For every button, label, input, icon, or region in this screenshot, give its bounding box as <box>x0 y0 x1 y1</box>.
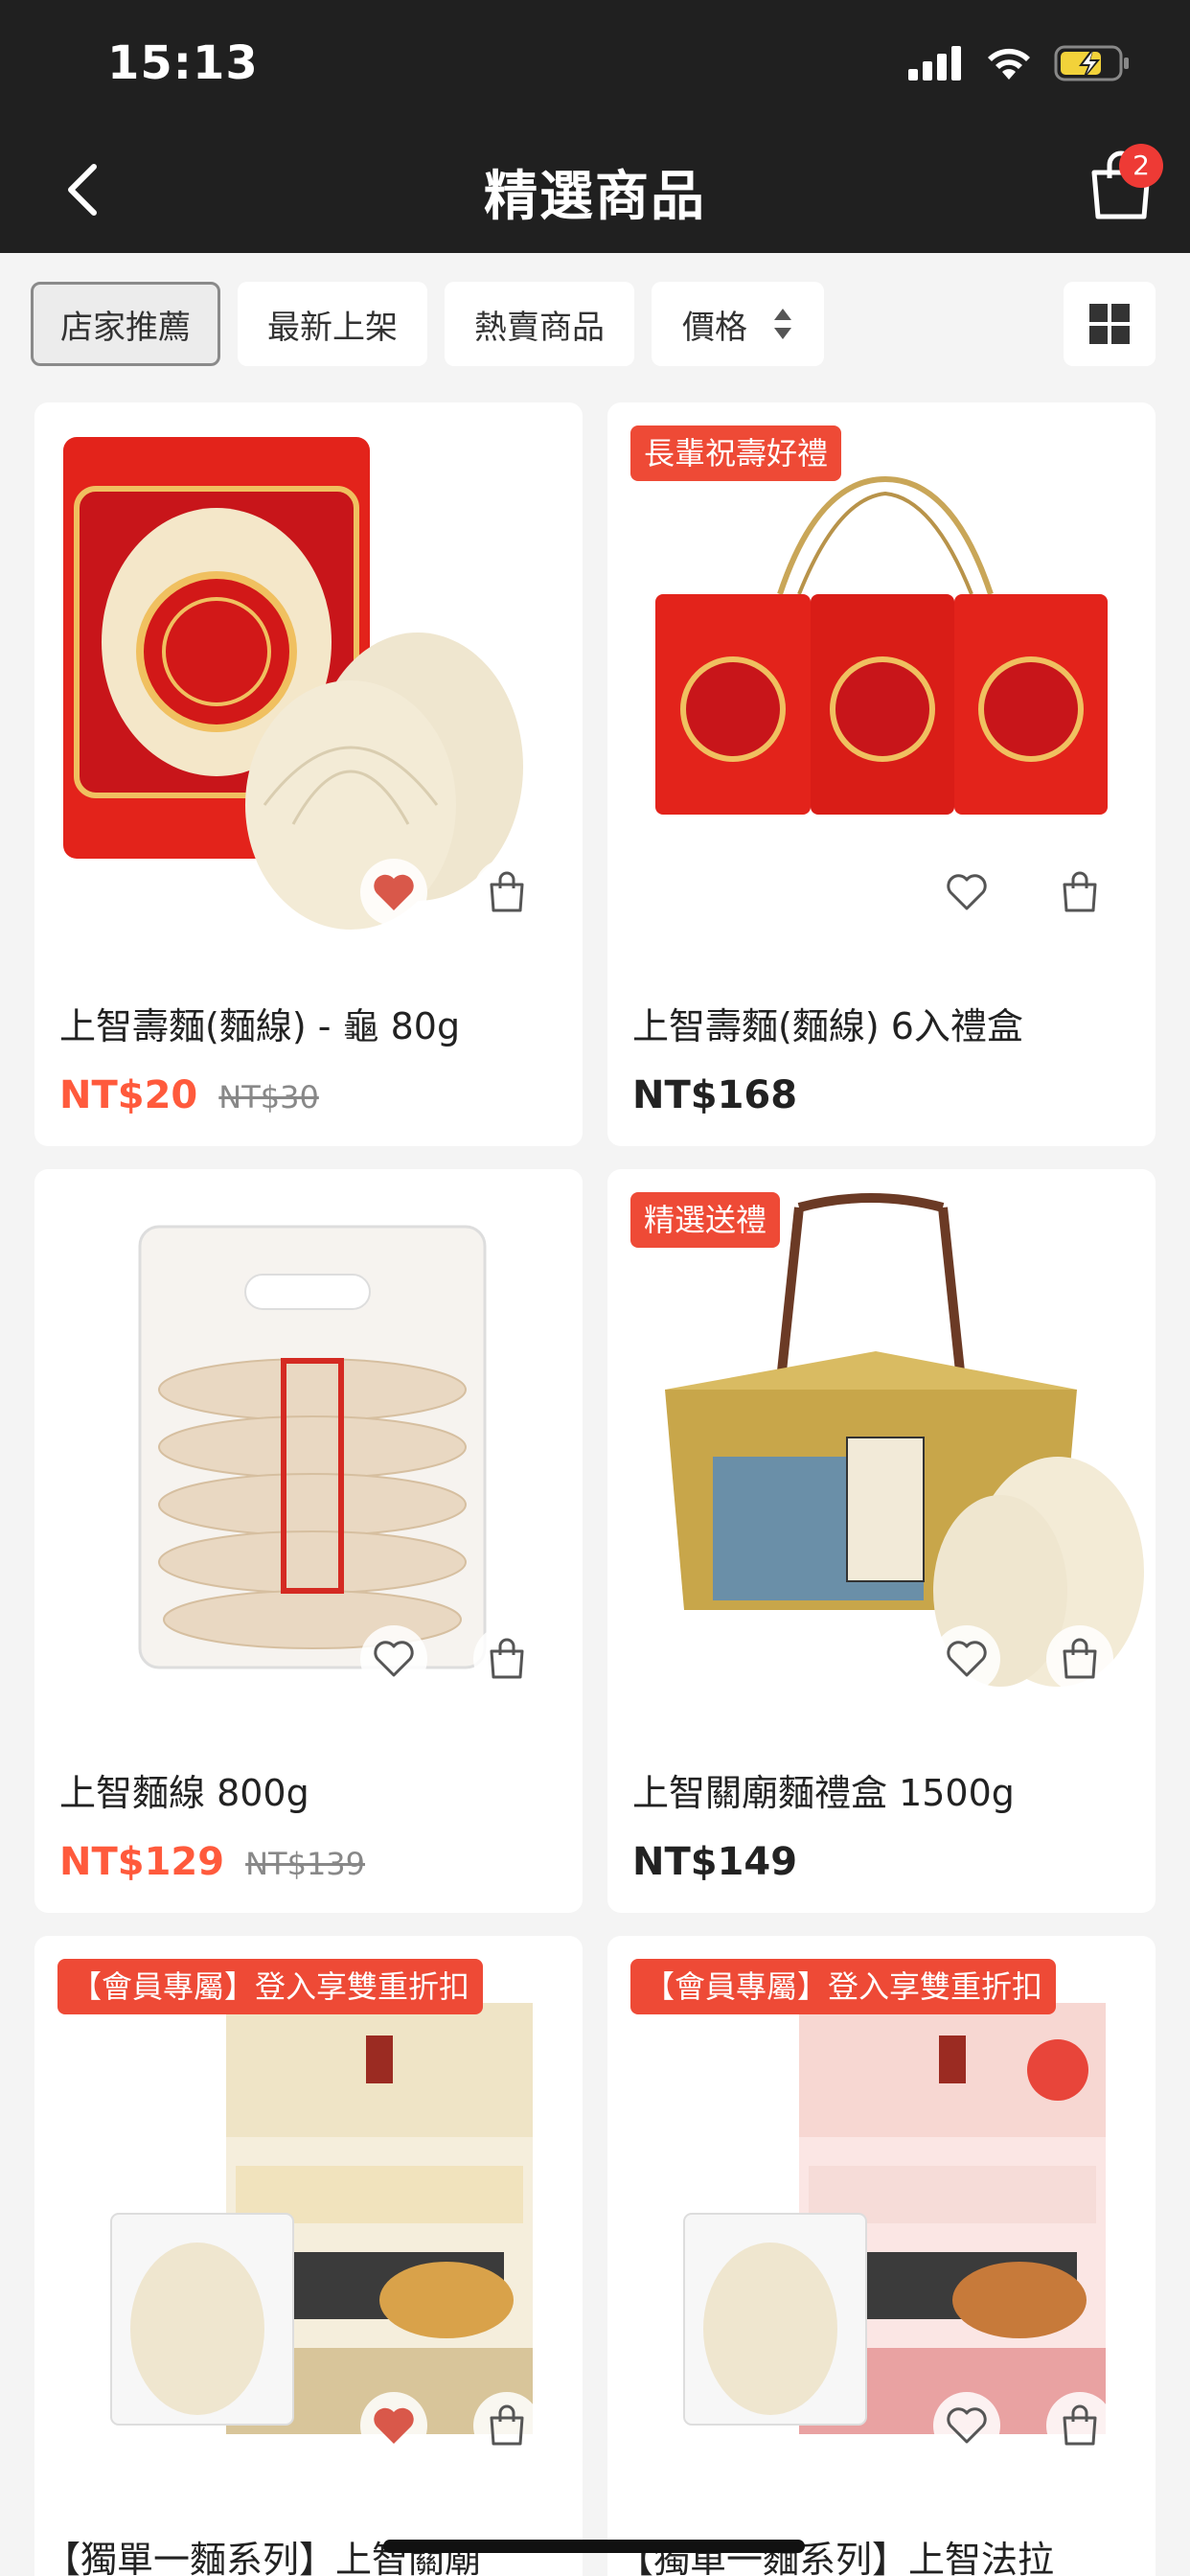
favorite-button[interactable] <box>360 2392 427 2459</box>
filter-chip-label: 最新上架 <box>267 308 398 347</box>
battery-charging-icon <box>1054 45 1129 81</box>
shopping-bag-icon <box>490 2404 524 2446</box>
product-card[interactable]: 上智壽麵(麵線) - 龜 80g NT$20 NT$30 <box>34 402 583 1146</box>
product-name: 上智壽麵(麵線) 6入禮盒 <box>632 1005 1023 1047</box>
sort-arrows-icon <box>774 309 791 339</box>
shopping-bag-icon <box>1063 871 1097 912</box>
product-name: 【獨單一麵系列】上智法拉 <box>617 2539 1055 2576</box>
filter-chip-recommended[interactable]: 店家推薦 <box>31 282 220 366</box>
product-name: 【獨單一麵系列】上智關廟 <box>44 2539 482 2576</box>
favorite-button[interactable] <box>933 859 1000 926</box>
filter-chip-label: 店家推薦 <box>60 308 191 347</box>
filter-chip-newest[interactable]: 最新上架 <box>238 282 427 366</box>
filter-bar: 店家推薦 最新上架 熱賣商品 價格 <box>0 253 1190 387</box>
product-card[interactable]: 精選送禮 上智關廟麵禮盒 1500g NT$149 <box>607 1169 1156 1913</box>
cart-count-badge: 2 <box>1119 144 1163 188</box>
heart-outline-icon <box>947 874 987 910</box>
status-icons <box>908 42 1131 84</box>
add-to-cart-button[interactable] <box>473 2392 540 2459</box>
heart-outline-icon <box>947 1641 987 1677</box>
heart-filled-icon <box>374 874 414 910</box>
shopping-bag-icon <box>490 871 524 912</box>
product-price: NT$20 <box>59 1073 198 1117</box>
add-to-cart-button[interactable] <box>1046 2392 1113 2459</box>
filter-chip-label: 價格 <box>682 308 747 347</box>
product-price: NT$129 <box>59 1840 225 1884</box>
add-to-cart-button[interactable] <box>1046 1625 1113 1692</box>
cellular-signal-icon <box>908 46 961 80</box>
product-card[interactable]: 【會員專屬】登入享雙重折扣 【獨單一麵系列】上智關廟 <box>34 1936 583 2576</box>
shopping-bag-icon <box>490 1638 524 1679</box>
filter-chip-price[interactable]: 價格 <box>652 282 824 366</box>
product-price: NT$149 <box>632 1840 798 1884</box>
price-row: NT$168 <box>632 1073 797 1117</box>
favorite-button[interactable] <box>933 1625 1000 1692</box>
product-name: 上智關廟麵禮盒 1500g <box>632 1772 1015 1814</box>
product-name: 上智麵線 800g <box>59 1772 309 1814</box>
shopping-bag-icon <box>1063 2404 1097 2446</box>
price-row: NT$20 NT$30 <box>59 1073 319 1117</box>
grid-icon <box>1089 304 1130 344</box>
grid-view-toggle[interactable] <box>1064 282 1156 366</box>
product-original-price: NT$139 <box>245 1846 366 1882</box>
product-tag: 精選送禮 <box>630 1192 781 1248</box>
product-original-price: NT$30 <box>218 1079 319 1116</box>
filter-chip-label: 熱賣商品 <box>474 308 605 347</box>
add-to-cart-button[interactable] <box>1046 859 1113 926</box>
product-tag: 長輩祝壽好禮 <box>630 426 842 481</box>
shopping-bag-icon <box>1063 1638 1097 1679</box>
product-price: NT$168 <box>632 1073 798 1117</box>
product-card[interactable]: 上智麵線 800g NT$129 NT$139 <box>34 1169 583 1913</box>
home-indicator[interactable] <box>383 2540 805 2553</box>
product-card[interactable]: 【會員專屬】登入享雙重折扣 【獨單一麵系列】上智法拉 <box>607 1936 1156 2576</box>
favorite-button[interactable] <box>360 859 427 926</box>
product-card[interactable]: 長輩祝壽好禮 上智壽麵(麵線) 6入禮盒 NT$168 <box>607 402 1156 1146</box>
wifi-icon <box>988 48 1030 80</box>
status-time: 15:13 <box>107 36 259 90</box>
page-title: 精選商品 <box>484 166 706 228</box>
favorite-button[interactable] <box>933 2392 1000 2459</box>
product-tag: 【會員專屬】登入享雙重折扣 <box>630 1959 1057 2014</box>
heart-outline-icon <box>947 2407 987 2444</box>
heart-outline-icon <box>374 1641 414 1677</box>
add-to-cart-button[interactable] <box>473 1625 540 1692</box>
filter-chip-bestselling[interactable]: 熱賣商品 <box>445 282 634 366</box>
product-name: 上智壽麵(麵線) - 龜 80g <box>59 1005 461 1047</box>
favorite-button[interactable] <box>360 1625 427 1692</box>
add-to-cart-button[interactable] <box>473 859 540 926</box>
price-row: NT$129 NT$139 <box>59 1840 365 1884</box>
product-tag: 【會員專屬】登入享雙重折扣 <box>57 1959 484 2014</box>
price-row: NT$149 <box>632 1840 797 1884</box>
heart-filled-icon <box>374 2407 414 2444</box>
top-bar: 15:13 精選商品 2 <box>0 0 1190 253</box>
